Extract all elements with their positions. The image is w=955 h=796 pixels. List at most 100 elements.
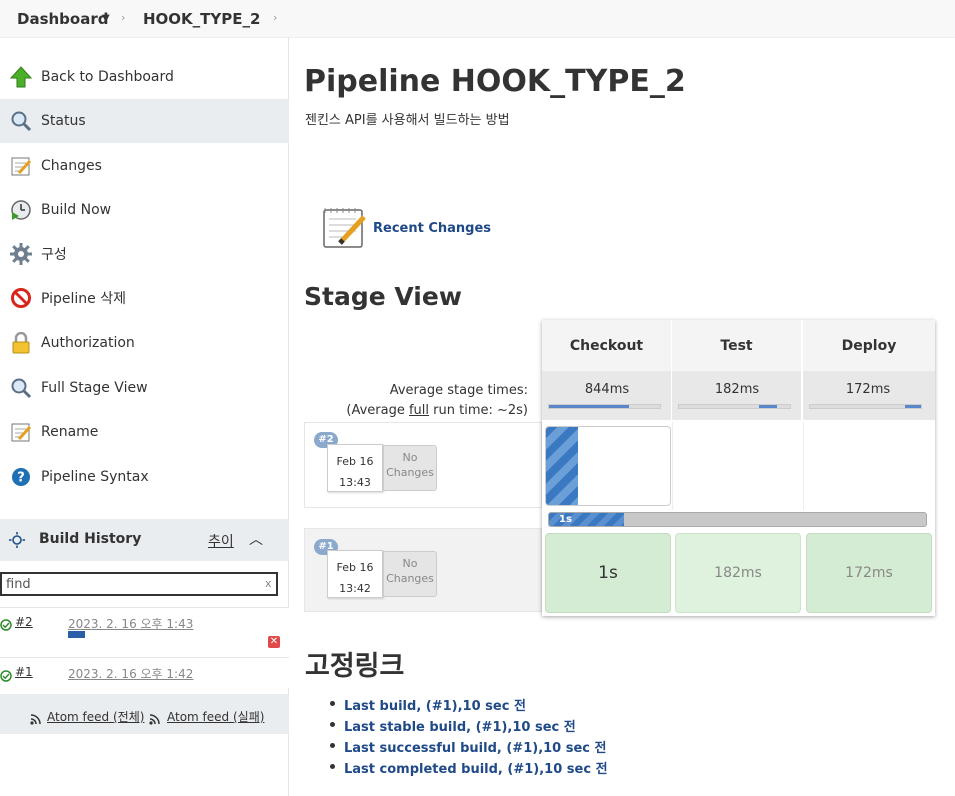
rss-icon: [30, 710, 41, 729]
stage-average-time: 182ms: [714, 382, 760, 397]
avg-full-suffix: run time: ~2s): [429, 403, 528, 418]
stage-cell-success[interactable]: 182ms: [675, 533, 801, 613]
column-divider: [672, 422, 673, 510]
svg-text:?: ?: [17, 471, 25, 486]
sidebar-item-configure[interactable]: 구성: [0, 232, 289, 276]
atom-feed-fail-link[interactable]: Atom feed (실패): [167, 708, 264, 725]
stage-header: Test: [672, 320, 802, 371]
stage-average: 172ms: [803, 371, 935, 420]
run-date: Feb 16 13:43: [327, 444, 383, 492]
stage-average-fill: [758, 405, 777, 408]
success-check-icon: [0, 667, 12, 686]
sidebar-item-label: Pipeline Syntax: [41, 469, 149, 485]
no-changes-badge: No Changes: [383, 445, 437, 491]
run-row: #1 Feb 16 13:42 No Changes: [304, 528, 542, 612]
build-history-header: Build History 추이 ︿: [0, 519, 289, 561]
sidebar-item-rename[interactable]: Rename: [0, 410, 289, 454]
full-run-link[interactable]: full: [409, 403, 429, 418]
sidebar-item-label: Full Stage View: [41, 380, 148, 396]
stage-average-time: 844ms: [584, 382, 630, 397]
run-row: #2 Feb 16 13:43 No Changes: [304, 422, 542, 508]
notepad-icon: [322, 205, 368, 253]
stage-cell-running[interactable]: [545, 426, 671, 506]
sidebar-item-status[interactable]: Status: [0, 99, 289, 143]
build-progress-bar: [68, 631, 168, 638]
build-number-link[interactable]: #1: [15, 665, 33, 679]
run-progress-bar: 1s: [548, 512, 927, 527]
build-row: #1 2023. 2. 16 오후 1:42: [0, 657, 289, 688]
gear-icon: [10, 243, 32, 265]
stage-average-bar: [809, 404, 922, 409]
average-stage-times-label: Average stage times:: [389, 383, 528, 398]
sidebar-item-label: Status: [41, 113, 86, 129]
run-date-time: 13:42: [339, 582, 371, 595]
build-search-input[interactable]: [0, 572, 278, 596]
page-description: 젠킨스 API를 사용해서 빌드하는 방법: [305, 113, 510, 128]
page-title: Pipeline HOOK_TYPE_2: [304, 64, 686, 99]
stage-header: Deploy: [803, 320, 935, 371]
notepad-icon: [10, 421, 32, 443]
stage-average-time: 172ms: [845, 382, 891, 397]
stage-average: 182ms: [672, 371, 802, 420]
trend-link[interactable]: 추이: [208, 531, 234, 551]
run-date-day: Feb 16: [336, 455, 374, 468]
build-number-link[interactable]: #2: [15, 615, 33, 629]
no-changes-badge: No Changes: [383, 551, 437, 597]
up-arrow-icon: [10, 66, 32, 88]
search-icon: [10, 110, 32, 132]
breadcrumb-job[interactable]: HOOK_TYPE_2: [143, 10, 260, 28]
breadcrumb-bar: Dashboard ▼ › HOOK_TYPE_2 ›: [0, 0, 955, 38]
atom-feed-bar: Atom feed (전체) Atom feed (실패): [0, 694, 289, 734]
recent-changes-link[interactable]: Recent Changes: [373, 221, 491, 236]
stage-view-title: Stage View: [304, 282, 462, 311]
dropdown-caret-icon[interactable]: ▼: [102, 13, 110, 24]
sidebar-item-pipeline-syntax[interactable]: ? Pipeline Syntax: [0, 455, 289, 499]
sidebar-item-build-now[interactable]: Build Now: [0, 188, 289, 232]
breadcrumb-dashboard[interactable]: Dashboard: [17, 10, 108, 28]
running-stripe: [546, 427, 578, 505]
sidebar-item-label: Pipeline 삭제: [41, 291, 127, 307]
stage-average-fill: [549, 405, 629, 408]
build-row: #2 2023. 2. 16 오후 1:43 ✕: [0, 607, 289, 658]
column-divider: [803, 422, 804, 510]
run-date: Feb 16 13:42: [327, 550, 383, 598]
avg-full-prefix: (Average: [346, 403, 409, 418]
cancel-build-icon[interactable]: ✕: [268, 636, 280, 648]
stage-cell-success[interactable]: 1s: [545, 533, 671, 613]
stage-average-bar: [548, 404, 661, 409]
permalink-last-successful-build[interactable]: Last successful build, (#1),10 sec 전: [344, 737, 607, 756]
build-date-link[interactable]: 2023. 2. 16 오후 1:43: [68, 615, 193, 632]
stage-cell-success[interactable]: 172ms: [806, 533, 932, 613]
sidebar-item-authorization[interactable]: Authorization: [0, 321, 289, 365]
sidebar-item-full-stage-view[interactable]: Full Stage View: [0, 366, 289, 410]
breadcrumb-separator-icon: ›: [273, 11, 278, 24]
run-progress-label: 1s: [559, 514, 572, 525]
atom-feed-all-link[interactable]: Atom feed (전체): [47, 708, 144, 725]
clock-play-icon: [10, 199, 32, 221]
permalink-last-build[interactable]: Last build, (#1),10 sec 전: [344, 695, 526, 714]
run-date-time: 13:43: [339, 476, 371, 489]
sidebar-item-label: Back to Dashboard: [41, 69, 174, 85]
sidebar: Back to Dashboard Status Changes Build N…: [0, 38, 289, 796]
sidebar-item-label: Changes: [41, 158, 102, 174]
list-bullet: [330, 743, 335, 748]
permalink-last-completed-build[interactable]: Last completed build, (#1),10 sec 전: [344, 758, 608, 777]
stage-average-bar: [678, 404, 791, 409]
sidebar-item-changes[interactable]: Changes: [0, 144, 289, 188]
breadcrumb-separator-icon: ›: [121, 11, 126, 24]
average-full-run-time: (Average full run time: ~2s): [304, 403, 528, 418]
help-icon: ?: [10, 466, 32, 488]
list-bullet: [330, 722, 335, 727]
no-entry-icon: [10, 287, 32, 309]
collapse-caret-icon[interactable]: ︿: [249, 529, 263, 549]
build-status-icon: [9, 532, 25, 552]
sidebar-item-back-to-dashboard[interactable]: Back to Dashboard: [0, 55, 289, 99]
build-progress-fill: [68, 631, 85, 638]
list-bullet: [330, 764, 335, 769]
sidebar-item-label: Authorization: [41, 335, 135, 351]
sidebar-item-delete-pipeline[interactable]: Pipeline 삭제: [0, 276, 289, 320]
build-date-link[interactable]: 2023. 2. 16 오후 1:42: [68, 665, 193, 682]
permalink-last-stable-build[interactable]: Last stable build, (#1),10 sec 전: [344, 716, 576, 735]
clear-search-icon[interactable]: x: [265, 577, 272, 590]
run-date-day: Feb 16: [336, 561, 374, 574]
